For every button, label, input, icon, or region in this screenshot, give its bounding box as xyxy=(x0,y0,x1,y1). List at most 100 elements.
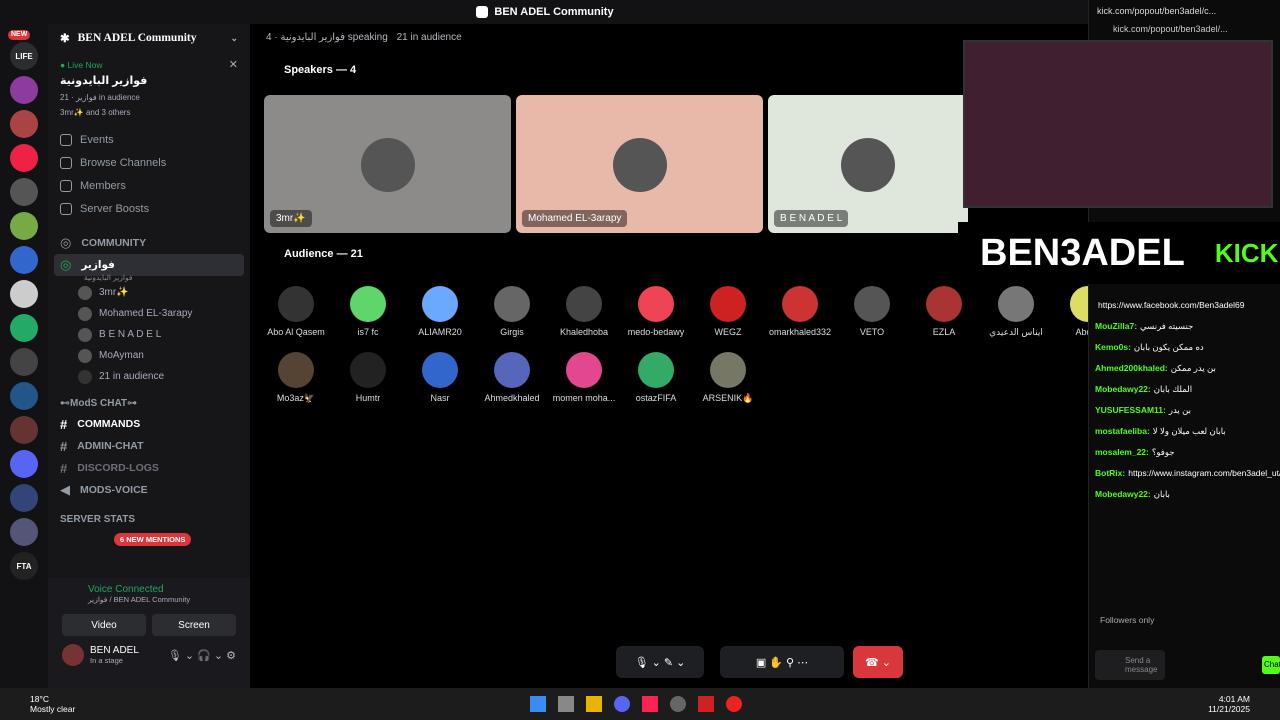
audience-member[interactable]: ostazFIFA xyxy=(620,352,692,403)
avatar[interactable] xyxy=(62,644,84,666)
stage-subtitle: فوازير البايدونية xyxy=(84,273,133,282)
avatar xyxy=(998,286,1034,322)
server-fta[interactable]: FTA xyxy=(10,552,38,580)
channel-commands[interactable]: # COMMANDS xyxy=(48,413,250,435)
chat-username[interactable]: BotRix: xyxy=(1095,468,1125,478)
server-icon[interactable] xyxy=(10,416,38,444)
avatar xyxy=(278,286,314,322)
live-title: فوازير البايدونية xyxy=(60,75,148,87)
server-icon[interactable] xyxy=(10,484,38,512)
server-icon[interactable] xyxy=(10,178,38,206)
nav-browse-channels[interactable]: Browse Channels xyxy=(48,151,250,174)
stage-member[interactable]: MoAyman xyxy=(48,345,250,366)
speaker-tile[interactable]: 3mr✨ xyxy=(264,95,511,233)
chat-username[interactable]: Ahmed200khaled: xyxy=(1095,363,1168,373)
nav-events[interactable]: Events xyxy=(48,128,250,151)
audience-member[interactable]: Mo3az🦅 xyxy=(260,352,332,404)
speakers-title: Speakers — 4 xyxy=(284,64,357,76)
folder-icon[interactable] xyxy=(10,450,38,478)
audience-member[interactable]: medo-bedawy xyxy=(620,286,692,337)
channel-mods-voice[interactable]: ◀ MODS-VOICE xyxy=(48,479,250,501)
audience-member[interactable]: Nasr xyxy=(404,352,476,403)
server-icon[interactable] xyxy=(10,280,38,308)
server-icon[interactable] xyxy=(10,212,38,240)
chat-username[interactable]: YUSUFESSAM11: xyxy=(1095,405,1166,415)
audience-member[interactable]: EZLA xyxy=(908,286,980,337)
nav-members[interactable]: Members xyxy=(48,174,250,197)
server-icon[interactable] xyxy=(10,348,38,376)
live-stage-card[interactable]: ● Live Now فوازير البايدونية فوازير · 21… xyxy=(52,58,246,128)
chat-username[interactable]: mosalem_22: xyxy=(1095,447,1149,457)
app-icon[interactable] xyxy=(698,696,714,712)
server-icon[interactable] xyxy=(10,314,38,342)
hash-icon: # xyxy=(60,460,68,476)
stage-controls[interactable]: ▣ ✋ ⚲ ⋯ xyxy=(720,646,844,678)
chat-username[interactable]: mostafaeliba: xyxy=(1095,426,1150,436)
audience-member[interactable]: ALIAMR20 xyxy=(404,286,476,337)
category-server-stats[interactable]: SERVER STATS xyxy=(48,509,250,529)
close-icon[interactable]: ✕ xyxy=(229,58,238,71)
clock[interactable]: 4:01 AM 11/21/2025 xyxy=(1208,694,1250,714)
start-icon[interactable] xyxy=(530,696,546,712)
audience-member[interactable]: is7 fc xyxy=(332,286,404,337)
send-chat-button[interactable]: Chat xyxy=(1262,656,1280,674)
audience-member[interactable]: ايناس الدعيدي xyxy=(980,286,1052,338)
mic-controls[interactable]: 🎙 ⌄ ✎ ⌄ xyxy=(616,646,704,678)
audience-member[interactable]: momen moha... xyxy=(548,352,620,403)
chat-username[interactable]: Mobedawy22: xyxy=(1095,384,1151,394)
audience-member[interactable]: Humtr xyxy=(332,352,404,403)
speaker-tile[interactable]: Mohamed EL-3arapy xyxy=(516,95,763,233)
category-mods[interactable]: ⊷ModS CHAT⊶ xyxy=(48,393,250,413)
speaker-tile[interactable]: B E N A D E L xyxy=(768,95,968,233)
audience-name: momen moha... xyxy=(552,393,616,403)
nav-server-boosts[interactable]: Server Boosts xyxy=(48,197,250,220)
audience-member[interactable]: WEGZ xyxy=(692,286,764,337)
audience-member[interactable]: ARSENIK🔥 xyxy=(692,352,764,404)
server-icon[interactable] xyxy=(10,110,38,138)
channel-community[interactable]: ◎ COMMUNITY xyxy=(48,232,250,254)
stage-member[interactable]: Mohamed EL-3arapy xyxy=(48,303,250,324)
discord-icon[interactable] xyxy=(614,696,630,712)
chat-username[interactable]: Mobedawy22: xyxy=(1095,489,1151,499)
server-icon[interactable] xyxy=(10,518,38,546)
audience-member[interactable]: Ahmedkhaled xyxy=(476,352,548,403)
server-life[interactable]: LIFE xyxy=(10,42,38,70)
audience-name: EZLA xyxy=(932,327,956,337)
user-controls[interactable]: 🎙 ⌄ 🎧 ⌄ ⚙ xyxy=(168,649,236,662)
channel-admin-chat[interactable]: # ADMIN-CHAT xyxy=(48,435,250,457)
chevron-down-icon[interactable]: ⌄ xyxy=(230,33,238,44)
chat-text: https://www.facebook.com/Ben3adel69 xyxy=(1098,300,1245,310)
chat-username[interactable]: Kemo0s: xyxy=(1095,342,1131,352)
server-icon[interactable] xyxy=(10,144,38,172)
chat-username[interactable]: MouZilla7: xyxy=(1095,321,1137,331)
weather[interactable]: 18°C Mostly clear xyxy=(30,694,75,714)
guild-header[interactable]: ✱ BEN ADEL Community ⌄ xyxy=(48,24,250,52)
leave-stage-button[interactable]: ☎ ⌄ xyxy=(853,646,903,678)
stage-member[interactable]: 3mr✨ xyxy=(48,282,250,303)
audience-member[interactable]: Khaledhoba xyxy=(548,286,620,337)
app-icon[interactable] xyxy=(670,696,686,712)
server-icon[interactable] xyxy=(10,76,38,104)
in-audience[interactable]: 21 in audience xyxy=(48,366,250,387)
new-mentions-pill[interactable]: 6 NEW MENTIONS xyxy=(114,533,192,546)
audience-member[interactable]: Girgis xyxy=(476,286,548,337)
channel-discord-logs[interactable]: # DISCORD-LOGS xyxy=(48,457,250,479)
server-icon[interactable] xyxy=(10,382,38,410)
video-button[interactable]: Video xyxy=(62,614,146,636)
stage-member[interactable]: B E N A D E L xyxy=(48,324,250,345)
screen-button[interactable]: Screen xyxy=(152,614,236,636)
new-badge: NEW xyxy=(8,30,31,40)
chat-input[interactable]: Send a message xyxy=(1095,650,1165,680)
audience-name: Abo Al Qasem xyxy=(267,327,325,337)
app-icon[interactable] xyxy=(726,696,742,712)
taskview-icon[interactable] xyxy=(558,696,574,712)
brave-icon[interactable] xyxy=(642,696,658,712)
audience-member[interactable]: Abo Al Qasem xyxy=(260,286,332,337)
live-category: فوازير xyxy=(76,93,97,102)
audience-member[interactable]: omarkhaled332 xyxy=(764,286,836,337)
explorer-icon[interactable] xyxy=(586,696,602,712)
avatar xyxy=(710,352,746,388)
chat-text: الملك بابان xyxy=(1153,384,1193,394)
audience-member[interactable]: VETO xyxy=(836,286,908,337)
server-icon[interactable] xyxy=(10,246,38,274)
